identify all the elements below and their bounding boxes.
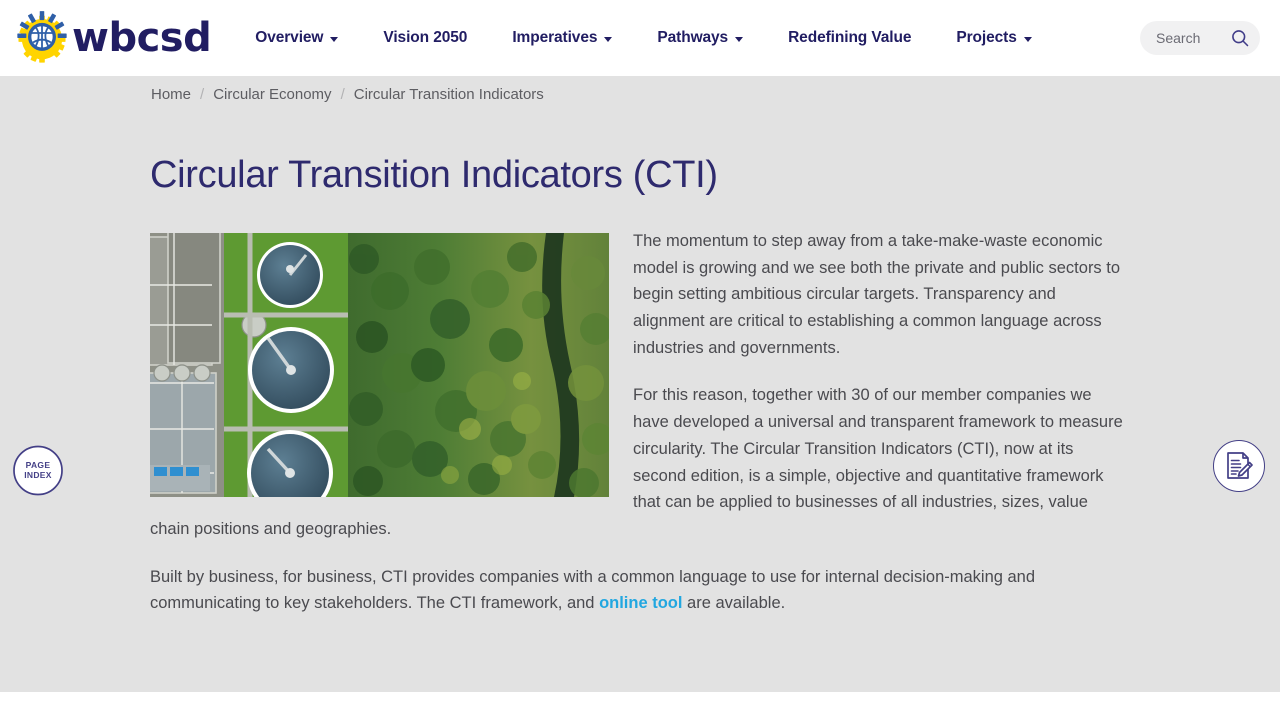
chevron-down-icon	[330, 36, 339, 42]
site-header: wbcsd Overview Vision 2050 Imperatives P…	[0, 0, 1280, 76]
nav-item-overview[interactable]: Overview	[255, 19, 339, 57]
breadcrumb-separator: /	[200, 86, 205, 103]
svg-text:PAGE: PAGE	[26, 460, 51, 470]
nav-item-vision-2050[interactable]: Vision 2050	[383, 19, 467, 57]
svg-text:INDEX: INDEX	[24, 470, 52, 480]
paragraph-3-text-after: are available.	[682, 594, 786, 613]
search-input[interactable]	[1156, 30, 1230, 46]
nav-item-redefining-value[interactable]: Redefining Value	[788, 19, 911, 57]
main-navigation: Overview Vision 2050 Imperatives Pathway…	[255, 19, 1140, 57]
breadcrumb-separator: /	[340, 86, 345, 103]
breadcrumb: Home / Circular Economy / Circular Trans…	[150, 86, 1130, 103]
page-index-widget[interactable]: PAGE INDEX	[12, 443, 74, 498]
breadcrumb-item-current: Circular Transition Indicators	[353, 86, 544, 103]
breadcrumb-item-home[interactable]: Home	[151, 86, 191, 103]
brand-wordmark: wbcsd	[72, 15, 212, 61]
paragraph-3-text-before: Built by business, for business, CTI pro…	[150, 567, 1036, 613]
nav-item-pathways[interactable]: Pathways	[657, 19, 744, 57]
chevron-down-icon	[1023, 36, 1032, 42]
page-title: Circular Transition Indicators (CTI)	[150, 154, 718, 196]
paragraph-3: Built by business, for business, CTI pro…	[150, 564, 1130, 617]
content-container: Home / Circular Economy / Circular Trans…	[150, 76, 1130, 617]
nav-item-imperatives[interactable]: Imperatives	[512, 19, 613, 57]
nav-label-overview: Overview	[255, 29, 324, 46]
footer-strip	[0, 692, 1280, 720]
chevron-down-icon	[604, 36, 613, 42]
nav-label-pathways: Pathways	[657, 29, 729, 46]
page-body: Home / Circular Economy / Circular Trans…	[0, 76, 1280, 692]
search-box[interactable]	[1140, 21, 1260, 55]
nav-label-imperatives: Imperatives	[512, 29, 598, 46]
breadcrumb-item-circular-economy[interactable]: Circular Economy	[213, 86, 331, 103]
nav-label-projects: Projects	[956, 29, 1017, 46]
article-body: The momentum to step away from a take-ma…	[150, 228, 1130, 617]
hero-image	[150, 232, 609, 497]
online-tool-link[interactable]: online tool	[599, 594, 682, 612]
nav-label-vision-2050: Vision 2050	[383, 29, 468, 46]
nav-item-projects[interactable]: Projects	[956, 19, 1032, 57]
document-pencil-icon	[1224, 451, 1254, 481]
nav-label-redefining-value: Redefining Value	[788, 29, 912, 46]
brand-logo-link[interactable]: wbcsd	[14, 10, 212, 66]
chevron-down-icon	[735, 36, 744, 42]
wbcsd-globe-gear-logo-icon	[14, 10, 70, 66]
search-icon[interactable]	[1230, 28, 1250, 48]
feedback-widget[interactable]	[1213, 440, 1265, 492]
